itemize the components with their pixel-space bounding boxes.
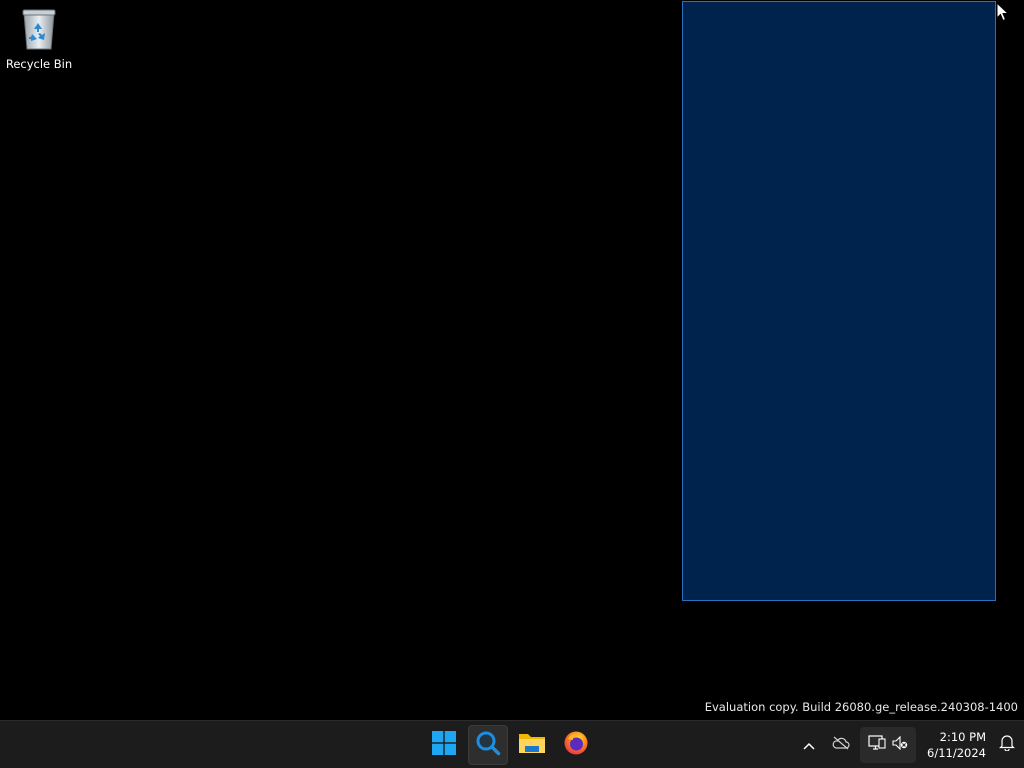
onedrive-button[interactable] [824,727,858,763]
volume-muted-icon [892,735,908,754]
clock-date: 6/11/2024 [927,745,986,760]
evaluation-watermark: Evaluation copy. Build 26080.ge_release.… [704,700,1018,714]
windows-logo-icon [432,731,456,759]
folder-icon [518,731,546,759]
drag-selection-rectangle [682,1,996,601]
system-tray: 2:10 PM 6/11/2024 [794,721,1024,768]
quick-settings-button[interactable] [860,726,916,763]
mouse-cursor-icon [996,1,1010,22]
clock-button[interactable]: 2:10 PM 6/11/2024 [920,727,986,763]
show-hidden-icons-button[interactable] [794,727,824,763]
clock-time: 2:10 PM [939,729,986,744]
desktop[interactable]: Recycle Bin Evaluation copy. Build 26080… [0,0,1024,720]
taskbar-pinned-apps [424,724,596,766]
search-button[interactable] [468,725,508,765]
firefox-icon [563,730,589,760]
recycle-bin-icon [19,6,59,52]
recycle-bin-label: Recycle Bin [5,57,73,71]
notifications-button[interactable] [990,727,1024,763]
firefox-button[interactable] [556,725,596,765]
network-disconnected-icon [868,734,886,755]
chevron-up-icon [803,735,815,754]
notification-bell-icon [999,734,1015,755]
onedrive-offline-icon [832,735,850,754]
search-icon [475,730,501,760]
taskbar: 2:10 PM 6/11/2024 [0,720,1024,768]
recycle-bin-shortcut[interactable]: Recycle Bin [4,6,74,71]
start-button[interactable] [424,725,464,765]
file-explorer-button[interactable] [512,725,552,765]
